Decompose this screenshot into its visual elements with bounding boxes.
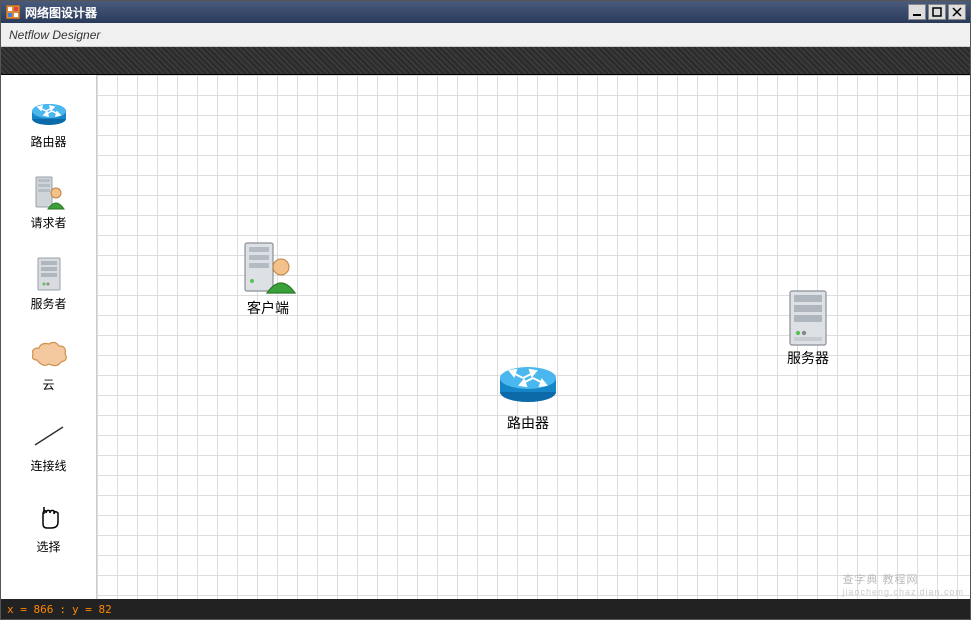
status-x-value: 866 [34, 603, 54, 616]
requester-icon [29, 176, 69, 210]
tool-cloud[interactable]: 云 [1, 336, 96, 395]
toolbox: 路由器 请求者 [1, 75, 97, 599]
tool-line[interactable]: 连接线 [1, 417, 96, 476]
tool-label: 请求者 [30, 214, 66, 231]
maximize-button[interactable] [928, 4, 946, 20]
cloud-icon [29, 338, 69, 372]
tool-label: 选择 [36, 538, 60, 555]
status-x-label: x [7, 603, 14, 616]
tool-label: 连接线 [30, 457, 66, 474]
client-node-icon [237, 240, 299, 296]
node-router[interactable]: 路由器 [497, 355, 559, 433]
node-client[interactable]: 客户端 [237, 240, 299, 318]
tool-router[interactable]: 路由器 [1, 93, 96, 152]
design-canvas[interactable]: 客户端 [97, 75, 970, 599]
app-icon [5, 4, 21, 20]
status-separator: : [59, 603, 66, 616]
node-label: 客户端 [247, 298, 289, 318]
ribbon-bar [1, 47, 970, 75]
tool-select[interactable]: 选择 [1, 498, 96, 557]
tool-label: 云 [42, 376, 54, 393]
node-server[interactable]: 服务器 [777, 290, 839, 368]
close-button[interactable] [948, 4, 966, 20]
node-label: 服务器 [787, 348, 829, 368]
status-y-label: y [72, 603, 79, 616]
select-icon [29, 500, 69, 534]
minimize-button[interactable] [908, 4, 926, 20]
tool-label: 服务者 [30, 295, 66, 312]
subheader: Netflow Designer [1, 23, 970, 47]
node-label: 路由器 [507, 413, 549, 433]
window-title: 网络图设计器 [25, 4, 908, 21]
titlebar[interactable]: 网络图设计器 [1, 1, 970, 23]
app-window: 网络图设计器 Netflow Designer [0, 0, 971, 620]
window-controls [908, 4, 966, 20]
subheader-title: Netflow Designer [9, 28, 100, 42]
status-bar: x = 866 : y = 82 [1, 599, 970, 619]
tool-label: 路由器 [30, 133, 66, 150]
line-icon [29, 419, 69, 453]
edge-layer [97, 75, 397, 225]
main-area: 路由器 请求者 [1, 75, 970, 599]
router-node-icon [497, 355, 559, 411]
router-icon [29, 95, 69, 129]
server-icon [29, 257, 69, 291]
tool-server[interactable]: 服务者 [1, 255, 96, 314]
canvas-viewport[interactable]: 客户端 [97, 75, 970, 599]
tool-requester[interactable]: 请求者 [1, 174, 96, 233]
status-y-value: 82 [99, 603, 112, 616]
server-node-icon [777, 290, 839, 346]
